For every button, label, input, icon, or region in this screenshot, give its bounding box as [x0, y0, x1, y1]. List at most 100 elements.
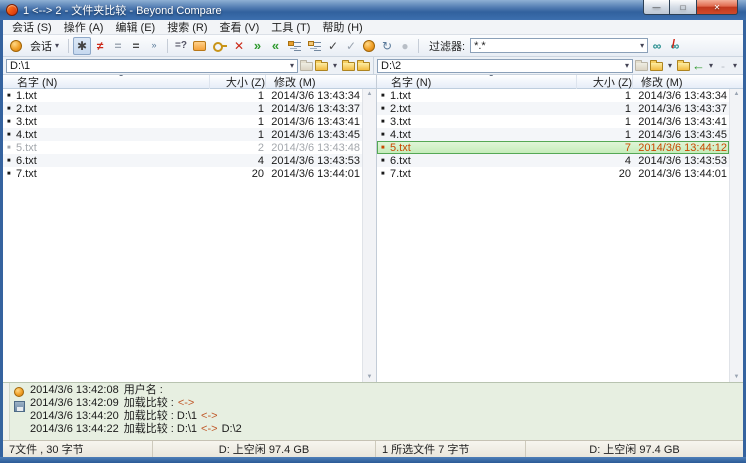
right-path-bar: D:\2 ▾ ▾ ← ▾ - ▾: [373, 57, 743, 74]
close-button[interactable]: ✕: [696, 0, 738, 15]
filter-combobox[interactable]: *.* ▾: [470, 38, 648, 53]
right-browse-folder-button[interactable]: [650, 58, 663, 73]
file-row-older[interactable]: ■ 5.txt 2 2014/3/6 13:43:48: [3, 141, 362, 154]
copy-to-right-button[interactable]: »: [248, 37, 266, 55]
left-open-folder-button[interactable]: [357, 58, 370, 73]
back-dropdown-icon[interactable]: ▾: [706, 58, 716, 73]
file-icon: ■: [7, 132, 16, 138]
stop-button[interactable]: ●: [396, 37, 414, 55]
show-all-button[interactable]: ✱: [73, 37, 91, 55]
delete-button[interactable]: ✕: [230, 37, 248, 55]
more-button[interactable]: -: [718, 58, 728, 73]
right-pane-header: 名字 (N) ▲ 大小 (Z) 修改 (M): [377, 75, 743, 89]
left-path-bar: D:\1 ▾ ▾: [3, 57, 373, 74]
column-header-modified[interactable]: 修改 (M): [632, 75, 728, 90]
folder-icon: [315, 62, 328, 71]
show-orphans-button[interactable]: =: [127, 37, 145, 55]
session-settings-button[interactable]: [209, 37, 230, 55]
toolbar-overflow-button[interactable]: »: [145, 37, 163, 55]
maximize-button[interactable]: □: [670, 0, 696, 15]
chevron-down-icon: ▾: [55, 41, 59, 50]
stop-circle-icon: ●: [401, 40, 408, 52]
column-header-size[interactable]: 大小 (Z): [209, 75, 265, 90]
scroll-down-icon[interactable]: ▼: [734, 374, 740, 380]
right-path-field[interactable]: D:\2 ▾: [377, 59, 633, 73]
left-path-field[interactable]: D:\1 ▾: [6, 59, 298, 73]
back-arrow-button[interactable]: ←: [692, 58, 704, 73]
browse-sessions-button[interactable]: [7, 37, 25, 55]
left-browse-folder-button[interactable]: [315, 58, 328, 73]
left-path-text: D:\1: [10, 60, 290, 72]
column-header-name[interactable]: 名字 (N) ▲: [7, 75, 209, 90]
file-icon: ■: [7, 93, 16, 99]
log-session-icon[interactable]: [14, 387, 24, 397]
file-row[interactable]: ■ 3.txt 1 2014/3/6 13:43:41: [377, 115, 729, 128]
sync-button[interactable]: [360, 37, 378, 55]
overflow-chevron-icon: »: [152, 41, 157, 50]
show-diffs-button[interactable]: ≠: [91, 37, 109, 55]
more-dropdown-icon[interactable]: ▾: [730, 58, 740, 73]
log-scrollbar[interactable]: [3, 383, 10, 440]
compare-contents-button[interactable]: ✓: [324, 37, 342, 55]
show-same-button[interactable]: =: [109, 37, 127, 55]
save-log-icon[interactable]: [14, 401, 25, 412]
column-header-modified[interactable]: 修改 (M): [265, 75, 361, 90]
file-row[interactable]: ■ 7.txt 20 2014/3/6 13:44:01: [377, 167, 729, 180]
file-row[interactable]: ■ 6.txt 4 2014/3/6 13:43:53: [377, 154, 729, 167]
file-size: 1: [208, 129, 264, 141]
log-gutter: [10, 383, 28, 440]
scroll-up-icon[interactable]: ▲: [367, 91, 373, 97]
rules-compare-button[interactable]: =?: [172, 37, 190, 55]
minimize-button[interactable]: —: [643, 0, 670, 15]
file-row[interactable]: ■ 7.txt 20 2014/3/6 13:44:01: [3, 167, 362, 180]
crc-compare-button[interactable]: ✓: [342, 37, 360, 55]
expand-all-button[interactable]: [284, 37, 304, 55]
right-parent-folder-button[interactable]: [677, 58, 690, 73]
file-row[interactable]: ■ 1.txt 1 2014/3/6 13:43:34: [3, 89, 362, 102]
left-browse-dropdown-icon[interactable]: ▾: [330, 58, 340, 73]
file-row-newer-selected[interactable]: ■ 5.txt 7 2014/3/6 13:44:12: [377, 141, 729, 154]
delete-x-icon: ✕: [234, 40, 244, 52]
file-name: 4.txt: [390, 129, 575, 141]
left-parent-folder-button[interactable]: [342, 58, 355, 73]
left-pane: 名字 (N) ▲ 大小 (Z) 修改 (M) ■ 1.txt 1 2014/3/…: [3, 75, 376, 382]
file-row[interactable]: ■ 2.txt 1 2014/3/6 13:43:37: [377, 102, 729, 115]
collapse-button[interactable]: [304, 37, 324, 55]
file-row[interactable]: ■ 2.txt 1 2014/3/6 13:43:37: [3, 102, 362, 115]
file-modified: 2014/3/6 13:43:34: [264, 90, 360, 102]
refresh-button[interactable]: ↻: [378, 37, 396, 55]
session-menu-button[interactable]: 会话 ▾: [25, 37, 64, 55]
left-scrollbar[interactable]: ▲ ▼: [362, 89, 376, 382]
menu-session[interactable]: 会话 (S): [6, 20, 58, 35]
file-row[interactable]: ■ 6.txt 4 2014/3/6 13:43:53: [3, 154, 362, 167]
column-header-size[interactable]: 大小 (Z): [576, 75, 632, 90]
menu-view[interactable]: 查看 (V): [214, 20, 266, 35]
copy-to-left-button[interactable]: «: [266, 37, 284, 55]
hide-items-button[interactable]: ∞/: [666, 37, 684, 55]
file-name: 4.txt: [16, 129, 208, 141]
show-hidden-button[interactable]: ∞: [648, 37, 666, 55]
file-icon: ■: [381, 171, 390, 177]
right-scrollbar[interactable]: ▲ ▼: [729, 89, 743, 382]
file-size: 2: [208, 142, 264, 154]
file-name: 2.txt: [16, 103, 208, 115]
right-browse-dropdown-icon[interactable]: ▾: [665, 58, 675, 73]
menu-actions[interactable]: 操作 (A): [58, 20, 110, 35]
file-size: 1: [575, 116, 631, 128]
comment-button[interactable]: [190, 37, 209, 55]
file-row[interactable]: ■ 1.txt 1 2014/3/6 13:43:34: [377, 89, 729, 102]
file-row[interactable]: ■ 4.txt 1 2014/3/6 13:43:45: [3, 128, 362, 141]
file-icon: ■: [381, 106, 390, 112]
file-row[interactable]: ■ 4.txt 1 2014/3/6 13:43:45: [377, 128, 729, 141]
column-header-name[interactable]: 名字 (N) ▲: [381, 75, 576, 90]
left-shortcuts-folder-button[interactable]: [300, 58, 313, 73]
menu-edit[interactable]: 编辑 (E): [109, 20, 161, 35]
scroll-up-icon[interactable]: ▲: [734, 91, 740, 97]
menu-search[interactable]: 搜索 (R): [161, 20, 213, 35]
file-row[interactable]: ■ 3.txt 1 2014/3/6 13:43:41: [3, 115, 362, 128]
menu-help[interactable]: 帮助 (H): [316, 20, 368, 35]
menu-tools[interactable]: 工具 (T): [265, 20, 316, 35]
left-file-list: ■ 1.txt 1 2014/3/6 13:43:34 ■ 2.txt 1 20…: [3, 89, 376, 382]
scroll-down-icon[interactable]: ▼: [367, 374, 373, 380]
right-shortcuts-folder-button[interactable]: [635, 58, 648, 73]
